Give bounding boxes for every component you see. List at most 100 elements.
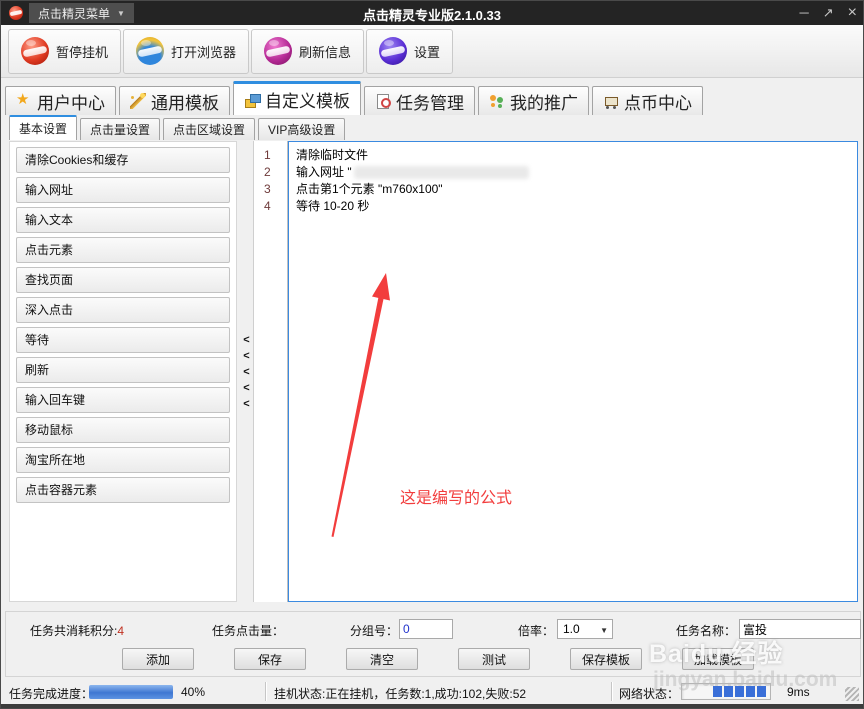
code-line: 输入网址 " bbox=[296, 164, 853, 181]
title-bar: 点击精灵菜单 ▼ 点击精灵专业版2.1.0.33 ─ ↗ × bbox=[1, 1, 863, 25]
subtab-click-area[interactable]: 点击区域设置 bbox=[163, 118, 255, 140]
latency-value: 9ms bbox=[787, 685, 810, 699]
minimize-button[interactable]: ─ bbox=[800, 1, 809, 25]
settings-button[interactable]: 设置 bbox=[366, 29, 453, 74]
rate-dropdown[interactable]: 1.0 ▼ bbox=[557, 619, 613, 639]
code-line: 点击第1个元素 "m760x100" bbox=[296, 181, 853, 198]
code-line: 等待 10-20 秒 bbox=[296, 198, 853, 215]
hang-status-text: 挂机状态:正在挂机，任务数:1,成功:102,失败:52 bbox=[274, 685, 526, 702]
task-name-label: 任务名称： bbox=[676, 622, 736, 639]
line-number: 1 bbox=[264, 147, 287, 164]
save-button[interactable]: 保存 bbox=[234, 648, 306, 670]
chevron-down-icon: ▼ bbox=[117, 9, 125, 18]
app-window: 点击精灵菜单 ▼ 点击精灵专业版2.1.0.33 ─ ↗ × 暂停挂机 打开浏览… bbox=[0, 0, 864, 709]
tab-general-template[interactable]: 通用模板 bbox=[119, 86, 230, 115]
wand-icon bbox=[130, 93, 146, 109]
tab-my-promotion[interactable]: 我的推广 bbox=[478, 86, 589, 115]
subtab-vip-advanced[interactable]: VIP高级设置 bbox=[258, 118, 345, 140]
redacted-url bbox=[354, 166, 529, 179]
subtab-click-volume[interactable]: 点击量设置 bbox=[80, 118, 160, 140]
collapse-chevron-icon[interactable]: < bbox=[240, 364, 253, 380]
line-number: 2 bbox=[264, 164, 287, 181]
test-button[interactable]: 测试 bbox=[458, 648, 530, 670]
people-icon bbox=[489, 93, 505, 109]
red-annotation-text: 这是编写的公式 bbox=[400, 484, 512, 508]
action-wait[interactable]: 等待 bbox=[16, 327, 230, 353]
pause-hang-ball-icon bbox=[21, 37, 49, 65]
progress-percent: 40% bbox=[181, 685, 205, 699]
task-name-input[interactable] bbox=[739, 619, 861, 639]
rate-value: 1.0 bbox=[563, 622, 580, 636]
signal-block-icon bbox=[713, 686, 722, 697]
blocks-icon bbox=[244, 92, 260, 108]
code-line: 清除临时文件 bbox=[296, 147, 853, 164]
progress-label: 任务完成进度： bbox=[9, 685, 93, 702]
action-enter-url[interactable]: 输入网址 bbox=[16, 177, 230, 203]
tab-user-center[interactable]: 用户中心 bbox=[5, 86, 116, 115]
signal-block-icon bbox=[735, 686, 744, 697]
subtab-basic-settings[interactable]: 基本设置 bbox=[9, 115, 77, 140]
settings-label: 设置 bbox=[414, 42, 440, 61]
script-editor[interactable]: 清除临时文件 输入网址 " 点击第1个元素 "m760x100" 等待 10-2… bbox=[288, 141, 858, 602]
task-clicks-label: 任务点击量： bbox=[212, 622, 284, 639]
panel-collapse-splitter[interactable]: < < < < < bbox=[240, 332, 253, 412]
save-template-button[interactable]: 保存模板 bbox=[570, 648, 642, 670]
action-find-page[interactable]: 查找页面 bbox=[16, 267, 230, 293]
collapse-chevron-icon[interactable]: < bbox=[240, 348, 253, 364]
collapse-chevron-icon[interactable]: < bbox=[240, 380, 253, 396]
action-deep-click[interactable]: 深入点击 bbox=[16, 297, 230, 323]
task-doc-icon bbox=[375, 93, 391, 109]
collapse-chevron-icon[interactable]: < bbox=[240, 396, 253, 412]
app-menu-label: 点击精灵菜单 bbox=[38, 5, 110, 22]
task-form-panel: 任务共消耗积分:4 任务点击量： 分组号： 倍率： 1.0 ▼ 任务名称： 添加… bbox=[5, 611, 861, 677]
refresh-info-label: 刷新信息 bbox=[299, 42, 351, 61]
tab-task-manage[interactable]: 任务管理 bbox=[364, 86, 475, 115]
add-button[interactable]: 添加 bbox=[122, 648, 194, 670]
action-click-element[interactable]: 点击元素 bbox=[16, 237, 230, 263]
refresh-info-ball-icon bbox=[264, 37, 292, 65]
load-template-button[interactable]: 加载模板 bbox=[682, 648, 754, 670]
line-number: 4 bbox=[264, 198, 287, 215]
pause-hang-button[interactable]: 暂停挂机 bbox=[8, 29, 121, 74]
points-consumed-value: 4 bbox=[117, 624, 124, 638]
star-icon bbox=[16, 93, 32, 109]
group-number-label: 分组号： bbox=[350, 622, 398, 639]
chevron-down-icon: ▼ bbox=[600, 626, 608, 635]
status-bar: 任务完成进度： 40% 挂机状态:正在挂机，任务数:1,成功:102,失败:52… bbox=[1, 679, 863, 705]
open-browser-label: 打开浏览器 bbox=[171, 42, 236, 61]
app-icon bbox=[9, 6, 23, 20]
editor-line-number-gutter: 1 2 3 4 bbox=[253, 141, 288, 602]
signal-block-icon bbox=[757, 686, 766, 697]
points-consumed-label: 任务共消耗积分:4 bbox=[30, 622, 124, 639]
pause-hang-label: 暂停挂机 bbox=[56, 42, 108, 61]
signal-block-icon bbox=[724, 686, 733, 697]
toolbar: 暂停挂机 打开浏览器 刷新信息 设置 bbox=[1, 25, 863, 78]
group-number-input[interactable] bbox=[399, 619, 453, 639]
status-divider bbox=[265, 682, 266, 701]
status-divider bbox=[611, 682, 612, 701]
network-signal-meter bbox=[681, 683, 771, 700]
tab-custom-template[interactable]: 自定义模板 bbox=[233, 81, 361, 115]
collapse-chevron-icon[interactable]: < bbox=[240, 332, 253, 348]
tab-coin-center[interactable]: 点币中心 bbox=[592, 86, 703, 115]
action-move-mouse[interactable]: 移动鼠标 bbox=[16, 417, 230, 443]
action-clear-cookies[interactable]: 清除Cookies和缓存 bbox=[16, 147, 230, 173]
network-status-label: 网络状态： bbox=[619, 685, 679, 702]
action-refresh[interactable]: 刷新 bbox=[16, 357, 230, 383]
refresh-info-button[interactable]: 刷新信息 bbox=[251, 29, 364, 74]
action-enter-key[interactable]: 输入回车键 bbox=[16, 387, 230, 413]
close-button[interactable]: × bbox=[848, 1, 857, 25]
maximize-button[interactable]: ↗ bbox=[823, 1, 834, 25]
action-taobao-location[interactable]: 淘宝所在地 bbox=[16, 447, 230, 473]
app-menu-button[interactable]: 点击精灵菜单 ▼ bbox=[29, 3, 134, 23]
action-click-container[interactable]: 点击容器元素 bbox=[16, 477, 230, 503]
sub-tab-bar: 基本设置 点击量设置 点击区域设置 VIP高级设置 bbox=[9, 115, 348, 140]
open-browser-button[interactable]: 打开浏览器 bbox=[123, 29, 249, 74]
clear-button[interactable]: 清空 bbox=[346, 648, 418, 670]
window-bottom-edge bbox=[1, 704, 863, 709]
resize-grip[interactable] bbox=[845, 687, 859, 701]
line-number: 3 bbox=[264, 181, 287, 198]
signal-block-icon bbox=[746, 686, 755, 697]
action-enter-text[interactable]: 输入文本 bbox=[16, 207, 230, 233]
progress-bar bbox=[89, 685, 173, 699]
